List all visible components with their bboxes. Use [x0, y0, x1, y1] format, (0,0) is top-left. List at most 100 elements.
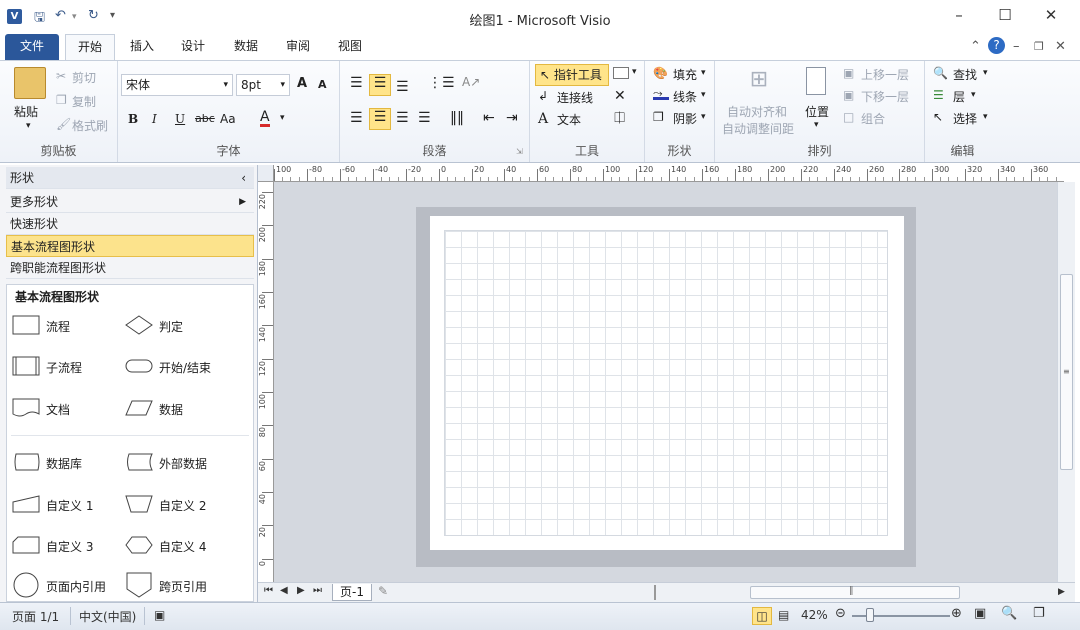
increase-indent-icon[interactable]: ⇥ [506, 110, 518, 126]
strikethrough-button[interactable]: abc [195, 112, 215, 125]
justify-icon[interactable]: ☰ [418, 110, 431, 126]
page-tab[interactable]: 页-1 [332, 584, 372, 601]
shrink-font-button[interactable]: A [318, 78, 327, 91]
shape-subprocess[interactable]: 子流程 [12, 351, 122, 381]
cut-button[interactable]: 剪切 [72, 69, 96, 86]
doc-restore-icon[interactable]: ❐ [1034, 40, 1044, 53]
connection-point-icon[interactable]: ⎅ [614, 110, 625, 126]
tab-review[interactable]: 审阅 [278, 34, 318, 61]
auto-align-label-1[interactable]: 自动对齐和 [727, 103, 787, 120]
group-button[interactable]: 组合 [861, 110, 885, 127]
bring-forward-button[interactable]: 上移一层 [861, 66, 909, 83]
ruler-corner[interactable] [258, 165, 274, 182]
shape-process[interactable]: 流程 [12, 310, 122, 340]
layer-dropdown-icon[interactable]: ▾ [971, 90, 976, 100]
shape-custom-3[interactable]: 自定义 3 [12, 530, 122, 560]
doc-close-icon[interactable]: ✕ [1055, 39, 1066, 54]
previous-page-icon[interactable]: ◀ [280, 585, 288, 596]
paste-icon[interactable] [14, 67, 46, 99]
grow-font-button[interactable]: A [297, 76, 307, 91]
select-button[interactable]: 选择 [953, 110, 977, 127]
align-bottom-icon[interactable]: ☰ [396, 79, 409, 95]
line-button[interactable]: 线条 [673, 88, 697, 105]
font-size-select[interactable]: 8pt ▾ [236, 74, 290, 96]
fill-dropdown-icon[interactable]: ▾ [701, 68, 706, 78]
first-page-icon[interactable]: ⏮ [264, 585, 273, 596]
position-dropdown-icon[interactable]: ▾ [814, 120, 819, 130]
pointer-tool-button[interactable]: ↖ 指针工具 [535, 64, 609, 86]
tab-design[interactable]: 设计 [173, 34, 213, 61]
vertical-scrollbar[interactable]: ≡ [1057, 182, 1075, 582]
vertical-scroll-thumb[interactable]: ≡ [1060, 274, 1073, 470]
help-icon[interactable]: ? [988, 37, 1005, 54]
text-direction-icon[interactable]: A↗ [462, 75, 480, 89]
zoom-slider-thumb[interactable] [866, 608, 874, 622]
paste-button[interactable]: 粘贴 [14, 103, 38, 120]
find-dropdown-icon[interactable]: ▾ [983, 68, 988, 78]
underline-button[interactable]: U [175, 112, 185, 126]
next-page-icon[interactable]: ▶ [297, 585, 305, 596]
select-dropdown-icon[interactable]: ▾ [983, 112, 988, 122]
drawing-page[interactable] [430, 216, 904, 550]
cross-functional-item[interactable]: 跨职能流程图形状 [6, 257, 254, 279]
tab-data[interactable]: 数据 [226, 34, 266, 61]
font-family-select[interactable]: 宋体 ▾ [121, 74, 233, 96]
shape-on-page-reference[interactable]: 页面内引用 [12, 570, 122, 600]
page-number-status[interactable]: 页面 1/1 [12, 608, 59, 625]
zoom-out-icon[interactable]: ⊝ [835, 606, 846, 621]
basic-flowchart-item[interactable]: 基本流程图形状 [6, 235, 254, 257]
insert-page-icon[interactable]: ✎ [378, 584, 388, 598]
tab-splitter[interactable] [654, 585, 656, 600]
quick-shapes-item[interactable]: 快速形状 [6, 213, 254, 235]
align-left-icon[interactable]: ☰ [350, 110, 363, 126]
shape-custom-1[interactable]: 自定义 1 [12, 489, 122, 519]
macro-record-icon[interactable]: ▣ [154, 608, 165, 622]
shape-data[interactable]: 数据 [125, 393, 250, 423]
pan-zoom-icon[interactable]: 🔍 [1001, 606, 1017, 621]
delete-connector-icon[interactable]: ✕ [614, 88, 626, 104]
shape-decision[interactable]: 判定 [125, 310, 250, 340]
rectangle-tool-icon[interactable] [613, 67, 629, 79]
shadow-dropdown-icon[interactable]: ▾ [701, 112, 706, 122]
doc-minimize-icon[interactable]: – [1013, 39, 1020, 54]
align-right-icon[interactable]: ☰ [396, 110, 409, 126]
tab-view[interactable]: 视图 [330, 34, 370, 61]
font-color-button[interactable]: A [260, 110, 270, 127]
copy-button[interactable]: 复制 [72, 93, 96, 110]
shape-database[interactable]: 数据库 [12, 447, 122, 477]
switch-windows-icon[interactable]: ❐ [1033, 606, 1045, 621]
find-button[interactable]: 查找 [953, 66, 977, 83]
align-top-icon[interactable]: ☰ [350, 75, 363, 91]
line-dropdown-icon[interactable]: ▾ [701, 90, 706, 100]
tab-file[interactable]: 文件 [5, 34, 59, 61]
fit-page-icon[interactable]: ▣ [974, 606, 986, 621]
shape-off-page-reference[interactable]: 跨页引用 [125, 570, 250, 600]
align-middle-icon[interactable]: ☰ [369, 74, 391, 96]
align-center-icon[interactable]: ☰ [369, 108, 391, 130]
paste-dropdown-icon[interactable]: ▾ [26, 121, 31, 131]
collapse-ribbon-icon[interactable]: ⌃ [970, 39, 981, 54]
italic-button[interactable]: I [152, 112, 157, 126]
change-case-button[interactable]: Aa [220, 112, 236, 126]
tab-home[interactable]: 开始 [65, 34, 115, 61]
more-shapes-item[interactable]: 更多形状 ▶ [6, 191, 254, 213]
horizontal-scroll-thumb[interactable]: ‖ [750, 586, 960, 599]
shape-start-end[interactable]: 开始/结束 [125, 351, 250, 381]
decrease-indent-icon[interactable]: ⇤ [483, 110, 495, 126]
bold-button[interactable]: B [128, 112, 138, 126]
font-color-dropdown-icon[interactable]: ▾ [280, 113, 285, 123]
text-tool-button[interactable]: 文本 [557, 111, 581, 128]
last-page-icon[interactable]: ⏭ [313, 585, 322, 596]
zoom-in-icon[interactable]: ⊕ [951, 606, 962, 621]
minimize-button[interactable]: – [944, 6, 974, 28]
close-button[interactable]: ✕ [1036, 6, 1066, 28]
bullets-icon[interactable]: ⋮☰ [428, 75, 455, 91]
zoom-level[interactable]: 42% [801, 608, 828, 622]
distribute-icon[interactable]: ‖‖ [450, 110, 464, 126]
maximize-button[interactable]: ☐ [990, 6, 1020, 28]
format-painter-button[interactable]: 格式刷 [72, 117, 108, 134]
drawing-canvas[interactable] [274, 182, 1057, 582]
fill-button[interactable]: 填充 [673, 66, 697, 83]
shape-external-data[interactable]: 外部数据 [125, 447, 250, 477]
connector-button[interactable]: 连接线 [557, 89, 593, 106]
